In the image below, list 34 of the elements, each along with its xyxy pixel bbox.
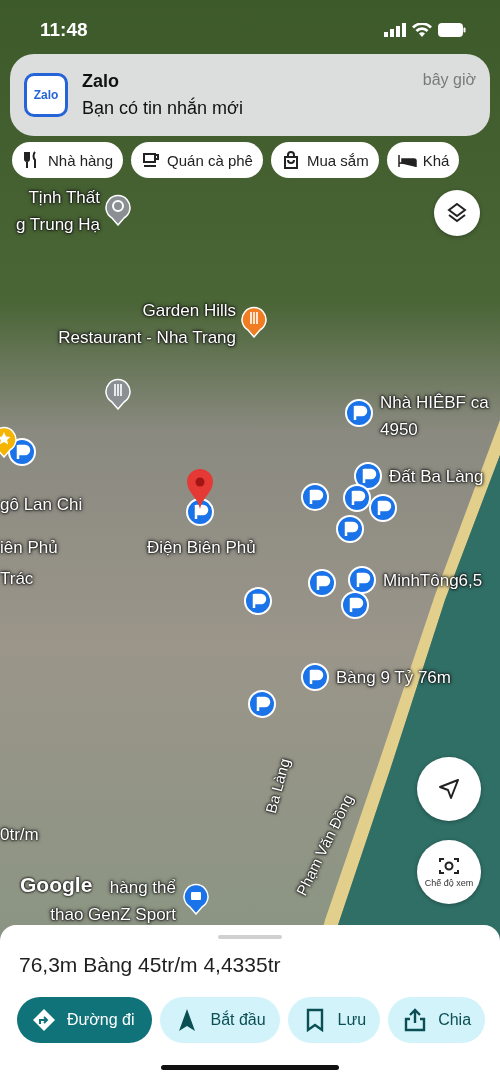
street-label[interactable]: Ba Làng: [262, 756, 294, 816]
place-label[interactable]: Điện Biên Phủ: [147, 534, 256, 561]
layers-icon: [446, 202, 468, 224]
wifi-icon: [412, 23, 432, 37]
location-marker-icon: [185, 468, 215, 510]
category-chip[interactable]: Nhà hàng: [12, 142, 124, 178]
cup-icon: [141, 150, 162, 170]
map-attribution: Google: [20, 873, 93, 897]
category-chip[interactable]: Quán cà phê: [131, 142, 263, 178]
notification-message: Bạn có tin nhắn mới: [82, 98, 244, 119]
place-title: 76,3m Bàng 45tr/m 4,4335tr: [18, 952, 282, 977]
action-button[interactable]: Bắt đầu: [160, 997, 280, 1043]
place-label[interactable]: Trác: [0, 565, 34, 592]
signal-icon: [384, 23, 406, 37]
app-icon: Zalo: [24, 73, 68, 117]
place-label[interactable]: gô Lan Chi: [0, 491, 83, 518]
status-time: 11:48: [40, 19, 88, 41]
place-label[interactable]: Garden Hills Restaurant - Nha Trang: [58, 297, 236, 351]
notification-time: bây giờ: [422, 71, 476, 90]
place-label[interactable]: Tịnh Thất g Trung Hạ: [15, 184, 100, 238]
category-chip[interactable]: Mua sắm: [270, 142, 379, 178]
drag-handle[interactable]: [218, 935, 282, 939]
directions-icon: [31, 1007, 57, 1033]
place-label[interactable]: iên Phủ: [0, 534, 58, 561]
notification-banner[interactable]: Zalo Zalo bây giờ Bạn có tin nhắn mới: [10, 54, 490, 136]
action-button[interactable]: Chia: [388, 997, 486, 1043]
action-button[interactable]: Lưu: [287, 997, 381, 1043]
place-label[interactable]: Nhà HIÊBF ca 4950: [380, 389, 489, 443]
place-label[interactable]: 0tr/m: [0, 821, 39, 848]
battery-icon: [438, 23, 466, 37]
notification-app-name: Zalo: [82, 71, 119, 92]
navigation-arrow-icon: [438, 778, 460, 800]
camera-scan-icon: [438, 856, 460, 876]
action-button[interactable]: Đường đi: [17, 997, 153, 1043]
